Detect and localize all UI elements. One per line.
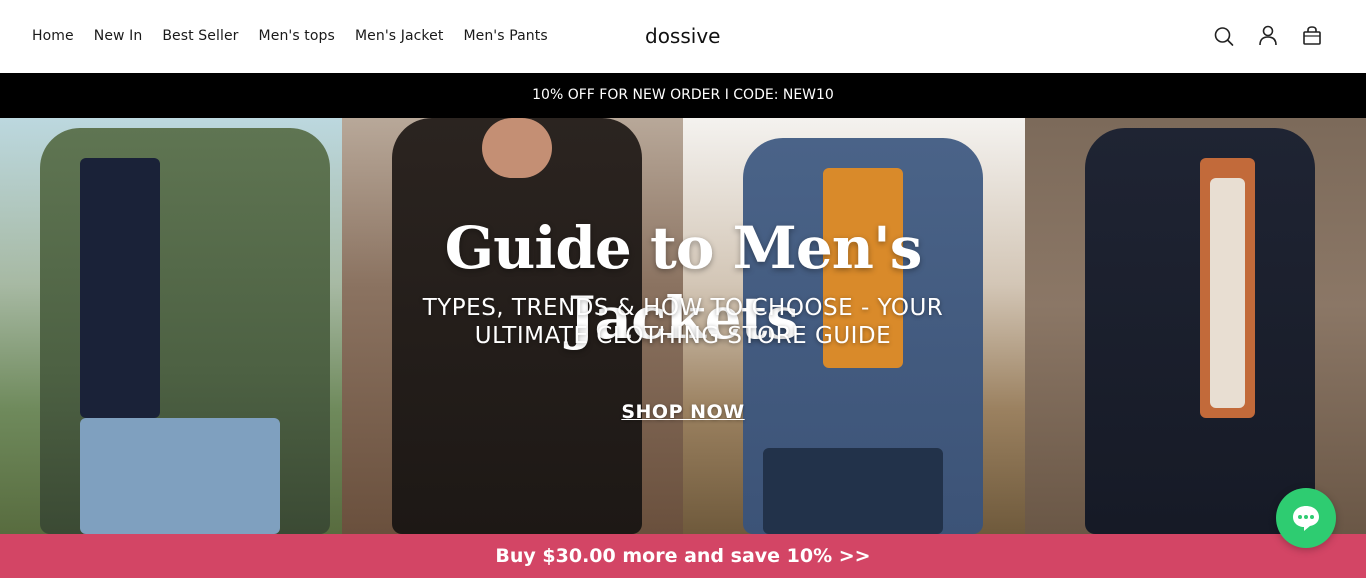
search-icon[interactable]: [1214, 24, 1234, 48]
site-logo[interactable]: dossive: [645, 22, 720, 50]
nav-mens-tops[interactable]: Men's tops: [259, 26, 335, 46]
nav-mens-pants[interactable]: Men's Pants: [463, 26, 547, 46]
nav-home[interactable]: Home: [32, 26, 74, 46]
free-gift-progress-bar[interactable]: Buy $30.00 more and save 10% >>: [0, 534, 1366, 578]
nav-best-seller[interactable]: Best Seller: [162, 26, 238, 46]
hero-overlay: Guide to Men's Jackets TYPES, TRENDS & H…: [0, 118, 1366, 534]
header-icons: [1214, 24, 1322, 48]
hero-banner[interactable]: Guide to Men's Jackets TYPES, TRENDS & H…: [0, 118, 1366, 534]
hero-subtitle: TYPES, TRENDS & HOW TO CHOOSE - YOUR ULT…: [383, 294, 983, 350]
chat-button[interactable]: [1276, 488, 1336, 548]
user-icon[interactable]: [1258, 24, 1278, 48]
nav-mens-jacket[interactable]: Men's Jacket: [355, 26, 443, 46]
hero-subtitle-line-2: ULTIMATE CLOTHING STORE GUIDE: [474, 323, 892, 349]
main-nav: Home New In Best Seller Men's tops Men's…: [32, 26, 568, 46]
site-header: Home New In Best Seller Men's tops Men's…: [0, 0, 1366, 73]
nav-new-in[interactable]: New In: [94, 26, 143, 46]
shop-now-button[interactable]: SHOP NOW: [610, 401, 756, 423]
hero-subtitle-line-1: TYPES, TRENDS & HOW TO CHOOSE - YOUR: [422, 295, 944, 321]
promo-bar: 10% OFF FOR NEW ORDER I CODE: NEW10: [0, 73, 1366, 118]
cart-icon[interactable]: [1302, 24, 1322, 48]
chat-bubble-icon: [1293, 506, 1319, 531]
